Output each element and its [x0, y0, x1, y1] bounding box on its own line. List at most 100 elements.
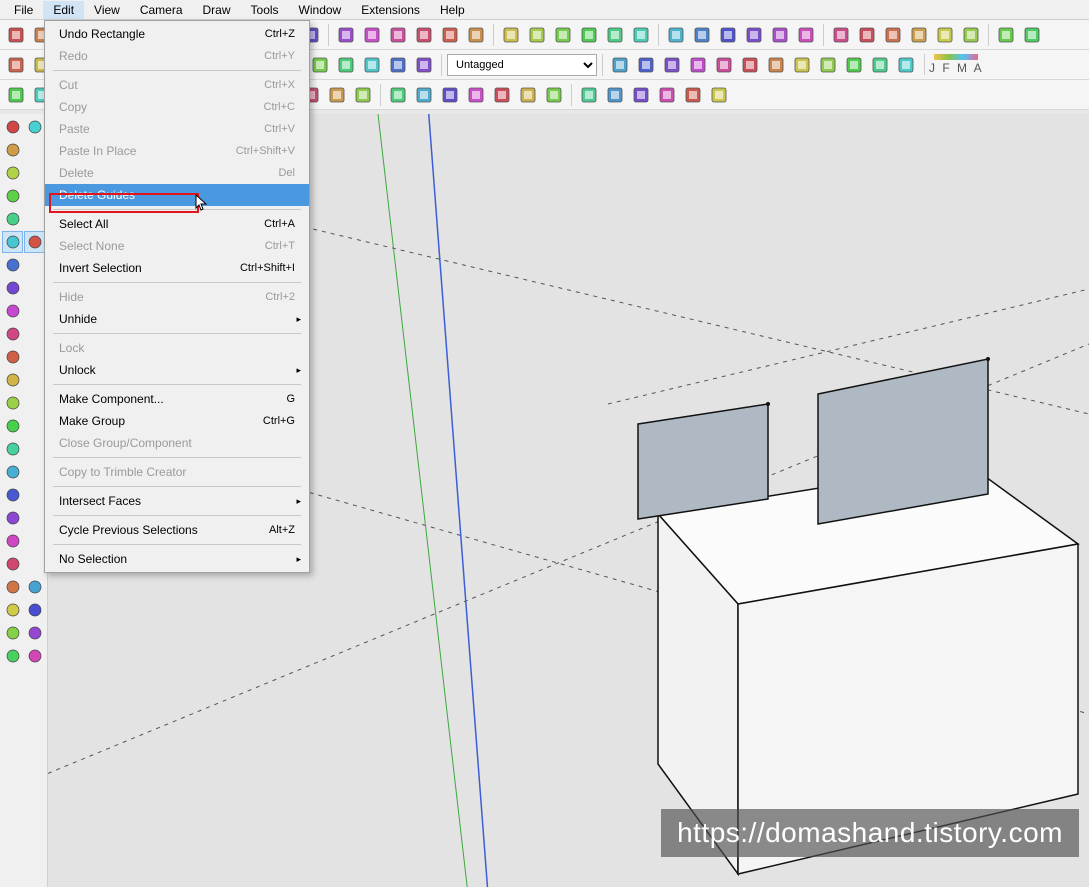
s-red-icon[interactable]: [490, 83, 514, 107]
menu-window[interactable]: Window: [289, 1, 352, 19]
blue-c-icon[interactable]: [2, 645, 23, 667]
menu-tools[interactable]: Tools: [241, 1, 289, 19]
menu-item-unlock[interactable]: Unlock▸: [45, 359, 309, 381]
menu-item-make-group[interactable]: Make GroupCtrl+G: [45, 410, 309, 432]
select-icon[interactable]: [4, 53, 28, 77]
prev-view-icon[interactable]: [959, 23, 983, 47]
iso-icon[interactable]: [907, 23, 931, 47]
zoom-icon[interactable]: [829, 23, 853, 47]
zoom-icon[interactable]: [2, 576, 23, 598]
arc-red-icon[interactable]: [2, 346, 23, 368]
scale-icon[interactable]: [551, 23, 575, 47]
selected-icon[interactable]: [24, 231, 45, 253]
profile-icon[interactable]: [868, 53, 892, 77]
line-icon[interactable]: [386, 23, 410, 47]
brush-icon[interactable]: [2, 254, 23, 276]
s-torus-icon[interactable]: [681, 83, 705, 107]
s-cone-icon[interactable]: [655, 83, 679, 107]
move-icon[interactable]: [499, 23, 523, 47]
sandbox-d-icon[interactable]: [712, 53, 736, 77]
sandbox-b-icon[interactable]: [660, 53, 684, 77]
shape-red-icon[interactable]: [2, 162, 23, 184]
offset-icon[interactable]: [464, 23, 488, 47]
shape-blue-icon[interactable]: [2, 185, 23, 207]
arc-icon[interactable]: [412, 23, 436, 47]
blue-d-icon[interactable]: [24, 645, 45, 667]
red-circle-icon[interactable]: [2, 323, 23, 345]
s-ball-icon[interactable]: [603, 83, 627, 107]
pan-icon[interactable]: [855, 23, 879, 47]
cloud-icon[interactable]: [360, 23, 384, 47]
paint-green2-icon[interactable]: [2, 507, 23, 529]
pushpull-icon[interactable]: [577, 23, 601, 47]
offset2-icon[interactable]: [438, 83, 462, 107]
new-icon[interactable]: [4, 23, 28, 47]
menu-view[interactable]: View: [84, 1, 130, 19]
walk-icon[interactable]: [768, 23, 792, 47]
menu-edit[interactable]: Edit: [43, 1, 84, 19]
cursor-icon[interactable]: [2, 231, 23, 253]
tape-icon[interactable]: [629, 23, 653, 47]
move-red-icon[interactable]: [2, 369, 23, 391]
footprints-icon[interactable]: [24, 576, 45, 598]
wrench-icon[interactable]: [2, 139, 23, 161]
sandbox-c-icon[interactable]: [686, 53, 710, 77]
menu-item-make-component-[interactable]: Make Component...G: [45, 388, 309, 410]
styles-f-icon[interactable]: [360, 53, 384, 77]
menu-extensions[interactable]: Extensions: [351, 1, 430, 19]
menu-item-undo-rectangle[interactable]: Undo RectangleCtrl+Z: [45, 23, 309, 45]
axis-icon[interactable]: [716, 23, 740, 47]
menu-item-intersect-faces[interactable]: Intersect Faces▸: [45, 490, 309, 512]
bulb-icon[interactable]: [325, 83, 349, 107]
pencil-icon[interactable]: [4, 83, 28, 107]
menu-item-unhide[interactable]: Unhide▸: [45, 308, 309, 330]
freehand-icon[interactable]: [438, 23, 462, 47]
fog-icon[interactable]: [816, 53, 840, 77]
puzzle-blue-icon[interactable]: [24, 116, 45, 138]
edge-icon[interactable]: [842, 53, 866, 77]
protractor-icon[interactable]: [664, 23, 688, 47]
box-blue-icon[interactable]: [2, 208, 23, 230]
paint-icon[interactable]: [351, 83, 375, 107]
menu-draw[interactable]: Draw: [193, 1, 241, 19]
tag-select[interactable]: Untagged: [447, 54, 597, 76]
menu-item-select-all[interactable]: Select AllCtrl+A: [45, 213, 309, 235]
cross-icon[interactable]: [24, 599, 45, 621]
zoom-extents-icon[interactable]: [933, 23, 957, 47]
rotate-icon[interactable]: [525, 23, 549, 47]
followme-icon[interactable]: [603, 23, 627, 47]
info-icon[interactable]: [894, 53, 918, 77]
blue-a-icon[interactable]: [2, 622, 23, 644]
menu-camera[interactable]: Camera: [130, 1, 193, 19]
styles-d-icon[interactable]: [308, 53, 332, 77]
wire-icon[interactable]: [707, 83, 731, 107]
paint-green-icon[interactable]: [2, 484, 23, 506]
orbit-icon[interactable]: [2, 530, 23, 552]
s-green-icon[interactable]: [516, 83, 540, 107]
next-view-icon[interactable]: [994, 23, 1018, 47]
menu-help[interactable]: Help: [430, 1, 475, 19]
cyan-box-icon[interactable]: [2, 392, 23, 414]
tag-icon[interactable]: [608, 53, 632, 77]
scale-icon[interactable]: [2, 438, 23, 460]
brush2-icon[interactable]: [2, 277, 23, 299]
pencil-red-icon[interactable]: [2, 300, 23, 322]
section-icon[interactable]: [742, 23, 766, 47]
s-box-icon[interactable]: [577, 83, 601, 107]
menu-item-invert-selection[interactable]: Invert SelectionCtrl+Shift+I: [45, 257, 309, 279]
styles-g-icon[interactable]: [386, 53, 410, 77]
styles-e-icon[interactable]: [334, 53, 358, 77]
sandbox-e-icon[interactable]: [738, 53, 762, 77]
follow-icon[interactable]: [412, 83, 436, 107]
shadow-timeline[interactable]: J F M A: [924, 54, 984, 75]
s-blue-icon[interactable]: [542, 83, 566, 107]
puzzle-red-icon[interactable]: [2, 116, 23, 138]
blue-b-icon[interactable]: [24, 622, 45, 644]
soften-icon[interactable]: [764, 53, 788, 77]
menu-item-no-selection[interactable]: No Selection▸: [45, 548, 309, 570]
styles-h-icon[interactable]: [412, 53, 436, 77]
rotate-icon[interactable]: [2, 415, 23, 437]
lookaround-icon[interactable]: [794, 23, 818, 47]
shadows-icon[interactable]: [790, 53, 814, 77]
menu-item-delete-guides[interactable]: Delete Guides: [45, 184, 309, 206]
